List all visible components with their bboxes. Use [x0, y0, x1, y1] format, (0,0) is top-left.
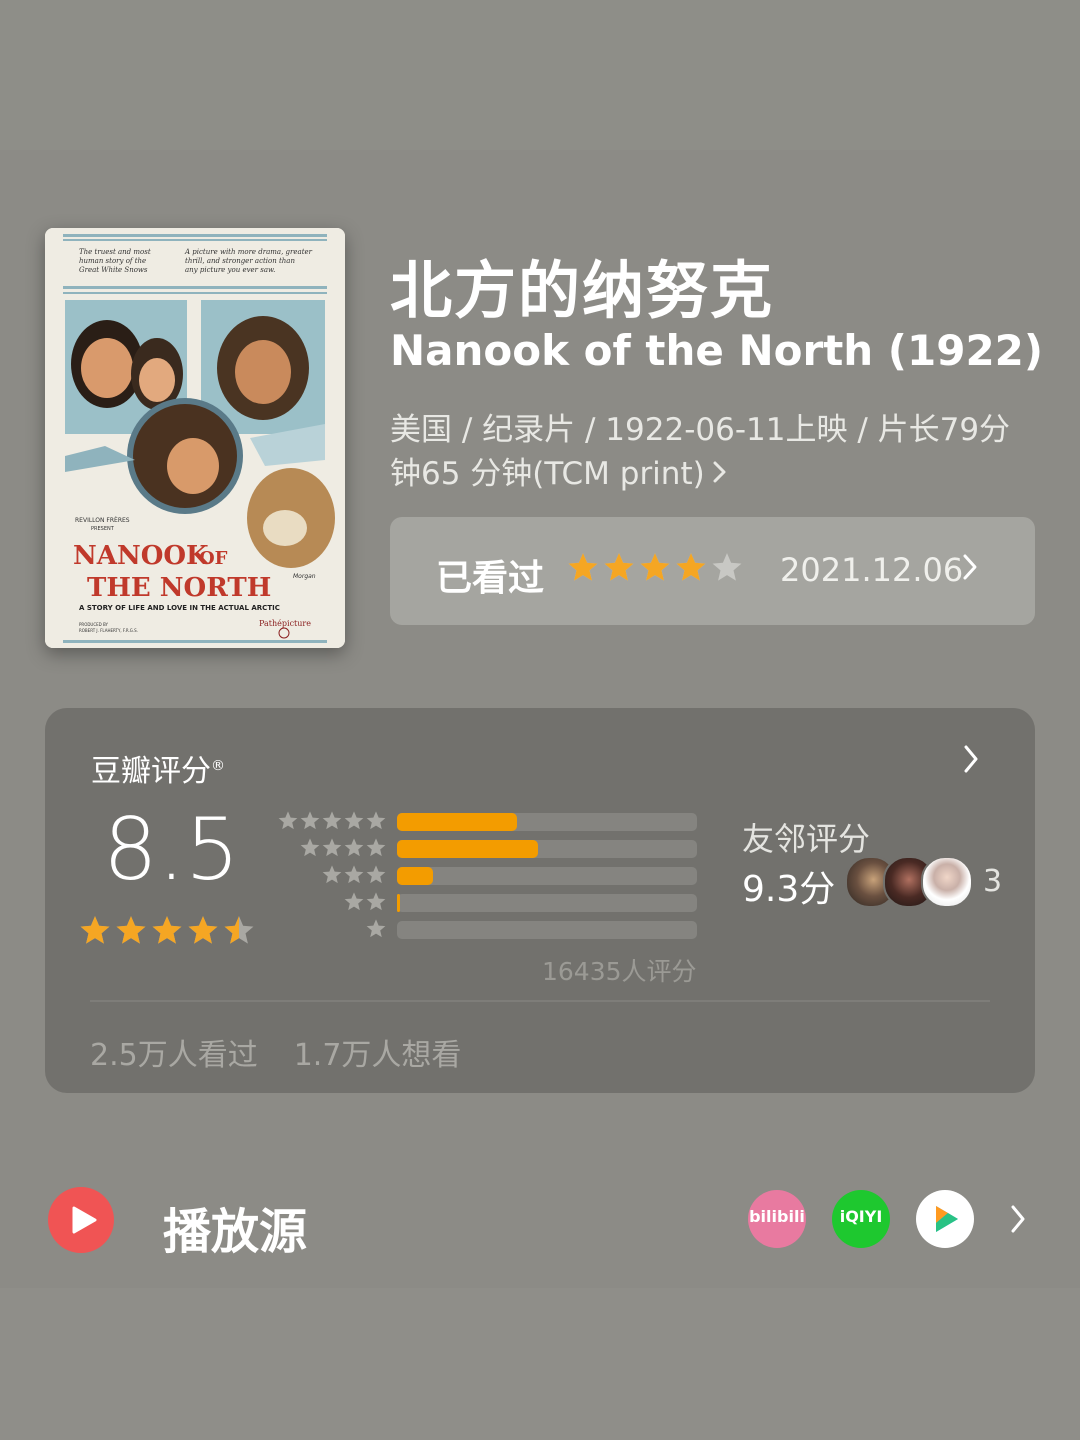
distribution-row: [275, 891, 705, 917]
distribution-bar: [397, 867, 433, 885]
star-icon: [712, 553, 742, 581]
tencent-video-icon[interactable]: [916, 1190, 974, 1248]
star-icon: [344, 892, 364, 911]
rating-count: 16435人评分: [542, 957, 697, 986]
distribution-bar: [397, 813, 517, 831]
distribution-row: [275, 918, 705, 944]
poster-artwork: The truest and most human story of the G…: [45, 228, 345, 648]
chevron-right-icon[interactable]: [963, 744, 979, 778]
star-icon: [366, 865, 386, 884]
movie-title-en: Nanook of the North (1922): [390, 326, 1044, 375]
watched-date: 2021.12.06: [780, 551, 964, 589]
tencent-video-logo: [936, 1206, 958, 1232]
distribution-track: [397, 867, 697, 885]
star-icon: [188, 916, 218, 944]
douban-rating-card[interactable]: 豆瓣评分® 8.5 16435人评分 友邻评分 9.3分 3 2.5万人看过 1.…: [45, 708, 1035, 1093]
want-count[interactable]: 1.7万人想看: [294, 1038, 462, 1073]
svg-text:any picture you ever saw.: any picture you ever saw.: [185, 266, 275, 274]
movie-title-cn: 北方的纳努克: [390, 254, 775, 327]
svg-text:human story of the: human story of the: [79, 257, 146, 265]
star-icon: [278, 811, 298, 830]
star-icon: [568, 553, 598, 581]
play-icon[interactable]: [48, 1187, 114, 1253]
svg-text:PRESENT: PRESENT: [91, 526, 115, 532]
svg-text:The truest and most: The truest and most: [79, 248, 151, 256]
star-icon: [366, 892, 386, 911]
movie-poster[interactable]: The truest and most human story of the G…: [45, 228, 345, 648]
movie-meta-text: 美国 / 纪录片 / 1922-06-11上映 / 片长79分钟65 分钟(TC…: [390, 412, 1011, 492]
iqiyi-icon[interactable]: iQIYI: [832, 1190, 890, 1248]
bilibili-icon[interactable]: bilibili: [748, 1190, 806, 1248]
star-icon: [366, 838, 386, 857]
watched-count[interactable]: 2.5万人看过: [90, 1038, 258, 1073]
distribution-stars: [365, 918, 387, 944]
friends-rating-label: 友邻评分: [742, 820, 871, 858]
watch-stats: 2.5万人看过 1.7万人想看: [90, 1030, 461, 1074]
svg-text:ROBERT J. FLAHERTY, F.R.G.S.: ROBERT J. FLAHERTY, F.R.G.S.: [79, 628, 138, 633]
star-icon: [224, 916, 254, 944]
distribution-stars: [343, 891, 387, 917]
distribution-track: [397, 813, 697, 831]
svg-text:Great White Snows: Great White Snows: [79, 266, 148, 274]
svg-text:Morgan: Morgan: [293, 573, 316, 580]
star-icon: [322, 865, 342, 884]
top-band: [0, 0, 1080, 150]
svg-text:thrill, and stronger action th: thrill, and stronger action than: [185, 257, 295, 265]
registered-mark: ®: [211, 758, 225, 774]
star-icon: [676, 553, 706, 581]
star-icon: [640, 553, 670, 581]
star-icon: [344, 865, 364, 884]
distribution-track: [397, 894, 697, 912]
chevron-right-icon: [713, 452, 727, 496]
distribution-stars: [299, 837, 387, 863]
chevron-right-icon: [962, 553, 978, 585]
rating-source: 豆瓣评分®: [91, 754, 225, 789]
my-rating-stars: [566, 551, 744, 589]
svg-text:NANOOK: NANOOK: [73, 541, 210, 571]
star-icon: [604, 553, 634, 581]
watched-label: 已看过: [436, 558, 545, 599]
star-icon: [366, 811, 386, 830]
friends-count: 3: [983, 864, 1003, 899]
play-source-title[interactable]: 播放源: [163, 1192, 307, 1262]
distribution-bar: [397, 840, 538, 858]
avatar: [921, 856, 973, 908]
svg-text:A picture with more drama, gre: A picture with more drama, greater: [184, 248, 313, 256]
friends-rating-score: 9.3分: [742, 869, 836, 910]
star-icon: [300, 838, 320, 857]
star-icon: [344, 811, 364, 830]
svg-text:A STORY OF LIFE AND LOVE IN TH: A STORY OF LIFE AND LOVE IN THE ACTUAL A…: [79, 604, 280, 612]
star-icon: [322, 811, 342, 830]
divider: [90, 1000, 990, 1002]
svg-text:OF: OF: [199, 548, 228, 569]
star-icon: [322, 838, 342, 857]
rating-score-stars: [78, 914, 256, 952]
distribution-track: [397, 921, 697, 939]
distribution-bar: [397, 894, 400, 912]
star-icon: [366, 919, 386, 938]
distribution-row: [275, 810, 705, 836]
star-icon: [152, 916, 182, 944]
star-icon: [300, 811, 320, 830]
svg-text:THE NORTH: THE NORTH: [87, 573, 271, 603]
chevron-right-icon[interactable]: [1010, 1204, 1026, 1238]
bottom-band: [0, 1288, 1080, 1440]
rating-score: 8.5: [103, 800, 240, 900]
watched-status-bar[interactable]: 已看过 2021.12.06: [390, 517, 1035, 625]
svg-text:Pathépicture: Pathépicture: [259, 619, 311, 628]
movie-meta[interactable]: 美国 / 纪录片 / 1922-06-11上映 / 片长79分钟65 分钟(TC…: [390, 408, 1030, 496]
poster-presenter: REVILLON FRÈRES: [75, 516, 130, 524]
distribution-row: [275, 837, 705, 863]
star-icon: [80, 916, 110, 944]
distribution-stars: [277, 810, 387, 836]
distribution-stars: [321, 864, 387, 890]
star-icon: [116, 916, 146, 944]
star-icon: [344, 838, 364, 857]
distribution-track: [397, 840, 697, 858]
svg-text:PRODUCED BY: PRODUCED BY: [79, 622, 109, 627]
distribution-row: [275, 864, 705, 890]
